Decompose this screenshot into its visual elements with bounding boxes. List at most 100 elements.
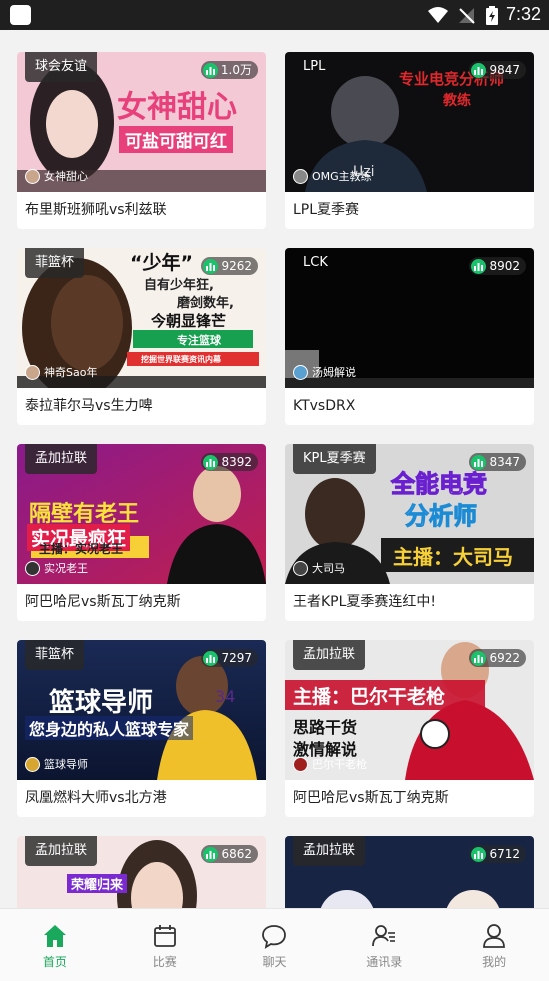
heat-badge: 6712 bbox=[469, 845, 526, 863]
home-icon bbox=[43, 925, 66, 947]
avatar bbox=[25, 756, 40, 772]
overlay-line: 今朝显锋芒 bbox=[151, 312, 227, 330]
overlay-headline: “少年” bbox=[130, 252, 193, 274]
chat-bubble-icon bbox=[262, 925, 287, 949]
overlay-host: 主播：大司马 bbox=[393, 545, 513, 569]
heat-bars-icon bbox=[202, 62, 218, 78]
anchor-info: 神奇Sao年 bbox=[25, 364, 97, 380]
live-card[interactable]: 全能电竞 分析师 主播：大司马 KPL夏季赛 8347 大司马 王者KPL夏季赛… bbox=[285, 444, 534, 621]
live-card[interactable]: LCK 8902 汤姆解说 KTvsDRX bbox=[285, 248, 534, 425]
heat-badge: 8392 bbox=[201, 453, 258, 471]
overlay-headline: 主播：巴尔干老枪 bbox=[293, 686, 446, 708]
tab-label: 首页 bbox=[42, 955, 67, 969]
user-icon bbox=[483, 924, 505, 948]
tab-profile[interactable]: 我的 bbox=[439, 909, 549, 981]
live-room-grid[interactable]: 女神甜心 可盐可甜可红 球会友谊 1.0万 女神甜心 布里斯班狮吼vs利兹联 U… bbox=[0, 30, 549, 908]
match-title[interactable]: 阿巴哈尼vs斯瓦丁纳克斯 bbox=[285, 780, 534, 817]
league-tag: 孟加拉联 bbox=[293, 640, 366, 670]
avatar bbox=[25, 168, 40, 184]
svg-text:34: 34 bbox=[215, 687, 235, 706]
live-card[interactable]: 34 篮球导师 您身边的私人篮球专家 菲篮杯 7297 篮球导师 凤凰燃料大师v… bbox=[17, 640, 266, 817]
avatar bbox=[293, 364, 308, 380]
match-title[interactable]: 泰拉菲尔马vs生力啤 bbox=[17, 388, 266, 425]
live-thumbnail[interactable]: 隔壁有老王 实况最疯狂 主播：实况老王 孟加拉联 8392 实况老王 bbox=[17, 444, 266, 584]
live-card[interactable]: “少年” 自有少年狂, 磨剑数年, 今朝显锋芒 专注篮球 挖掘世界联赛资讯内幕 … bbox=[17, 248, 266, 425]
no-signal-icon bbox=[459, 8, 475, 24]
heat-bars-icon bbox=[471, 62, 487, 78]
heat-bars-icon bbox=[471, 846, 487, 862]
live-card[interactable]: 隔壁有老王 实况最疯狂 主播：实况老王 孟加拉联 8392 实况老王 阿巴哈尼v… bbox=[17, 444, 266, 621]
match-title[interactable]: 阿巴哈尼vs斯瓦丁纳克斯 bbox=[17, 584, 266, 621]
live-card[interactable]: Uzi 专业电竞分析师 教练 LPL 9847 OMG主教练 LPL夏季赛 bbox=[285, 52, 534, 229]
overlay-subline: 您身边的私人篮球专家 bbox=[25, 716, 194, 740]
app-notification-icon bbox=[10, 5, 31, 25]
calendar-icon bbox=[153, 925, 176, 947]
avatar bbox=[25, 560, 40, 576]
contacts-icon bbox=[372, 925, 396, 947]
live-thumbnail[interactable]: “少年” 自有少年狂, 磨剑数年, 今朝显锋芒 专注篮球 挖掘世界联赛资讯内幕 … bbox=[17, 248, 266, 388]
live-card[interactable]: 荣耀归来 孟加拉联 6862 bbox=[17, 836, 266, 908]
tab-home[interactable]: 首页 bbox=[0, 909, 110, 981]
avatar bbox=[293, 756, 308, 772]
overlay-line: 挖掘世界联赛资讯内幕 bbox=[141, 355, 221, 364]
overlay-line: 磨剑数年, bbox=[177, 296, 234, 311]
heat-count: 6922 bbox=[489, 651, 520, 665]
league-tag: LCK bbox=[303, 255, 328, 270]
overlay-subline: 可盐可甜可红 bbox=[119, 126, 233, 153]
anchor-info: 实况老王 bbox=[25, 560, 88, 576]
anchor-name: 实况老王 bbox=[44, 562, 88, 575]
overlay-headline: 女神甜心 bbox=[117, 90, 237, 125]
live-thumbnail[interactable]: 全能电竞 分析师 主播：大司马 KPL夏季赛 8347 大司马 bbox=[285, 444, 534, 584]
anchor-info: 女神甜心 bbox=[25, 168, 88, 184]
heat-bars-icon bbox=[203, 650, 219, 666]
tab-label: 比赛 bbox=[152, 955, 177, 969]
tab-chat[interactable]: 聊天 bbox=[220, 909, 330, 981]
avatar bbox=[293, 168, 308, 184]
avatar bbox=[25, 364, 40, 380]
anchor-name: 大司马 bbox=[312, 562, 345, 575]
match-title[interactable]: KTvsDRX bbox=[285, 388, 534, 425]
live-thumbnail[interactable]: LCK 8902 汤姆解说 bbox=[285, 248, 534, 388]
heat-count: 8902 bbox=[489, 259, 520, 273]
live-card[interactable]: 女神甜心 可盐可甜可红 球会友谊 1.0万 女神甜心 布里斯班狮吼vs利兹联 bbox=[17, 52, 266, 229]
live-thumbnail[interactable]: 主播：巴尔干老枪 思路干货 激情解说 孟加拉联 6922 巴尔干老枪 bbox=[285, 640, 534, 780]
anchor-name: 神奇Sao年 bbox=[44, 366, 98, 379]
league-tag: LPL bbox=[303, 59, 326, 74]
anchor-name: 篮球导师 bbox=[44, 758, 88, 771]
league-tag: 孟加拉联 bbox=[293, 836, 366, 866]
live-thumbnail[interactable]: 荣耀归来 孟加拉联 6862 bbox=[17, 836, 266, 908]
heat-bars-icon bbox=[203, 258, 219, 274]
league-tag: 孟加拉联 bbox=[25, 444, 98, 474]
match-title[interactable]: 王者KPL夏季赛连红中! bbox=[285, 584, 534, 621]
heat-count: 6712 bbox=[489, 847, 520, 861]
heat-bars-icon bbox=[203, 454, 219, 470]
match-title[interactable]: 凤凰燃料大师vs北方港 bbox=[17, 780, 266, 817]
battery-charging-icon bbox=[486, 6, 498, 25]
live-thumbnail[interactable]: 孟加拉联 6712 bbox=[285, 836, 534, 908]
live-thumbnail[interactable]: 34 篮球导师 您身边的私人篮球专家 菲篮杯 7297 篮球导师 bbox=[17, 640, 266, 780]
tab-contacts[interactable]: 通讯录 bbox=[329, 909, 439, 981]
league-tag: 菲篮杯 bbox=[25, 640, 85, 670]
heat-count: 6862 bbox=[221, 847, 252, 861]
anchor-info: 汤姆解说 bbox=[293, 364, 356, 380]
overlay-line: 自有少年狂, bbox=[144, 278, 214, 293]
match-title[interactable]: LPL夏季赛 bbox=[285, 192, 534, 229]
heat-count: 8347 bbox=[489, 455, 520, 469]
heat-badge: 8347 bbox=[469, 453, 526, 471]
live-thumbnail[interactable]: 女神甜心 可盐可甜可红 球会友谊 1.0万 女神甜心 bbox=[17, 52, 266, 192]
tab-matches[interactable]: 比赛 bbox=[110, 909, 220, 981]
anchor-name: 女神甜心 bbox=[44, 170, 88, 183]
overlay-host: 主播：实况老王 bbox=[39, 542, 124, 556]
live-card[interactable]: 孟加拉联 6712 bbox=[285, 836, 534, 908]
heat-bars-icon bbox=[203, 846, 219, 862]
anchor-info: 大司马 bbox=[293, 560, 345, 576]
tab-label: 通讯录 bbox=[366, 955, 403, 969]
heat-bars-icon bbox=[471, 650, 487, 666]
heat-badge: 6922 bbox=[469, 649, 526, 667]
anchor-name: OMG主教练 bbox=[312, 170, 372, 183]
overlay-subline: 教练 bbox=[443, 93, 471, 109]
wifi-icon bbox=[428, 7, 448, 23]
live-thumbnail[interactable]: Uzi 专业电竞分析师 教练 LPL 9847 OMG主教练 bbox=[285, 52, 534, 192]
match-title[interactable]: 布里斯班狮吼vs利兹联 bbox=[17, 192, 266, 229]
live-card[interactable]: 主播：巴尔干老枪 思路干货 激情解说 孟加拉联 6922 巴尔干老枪 阿巴哈尼v… bbox=[285, 640, 534, 817]
